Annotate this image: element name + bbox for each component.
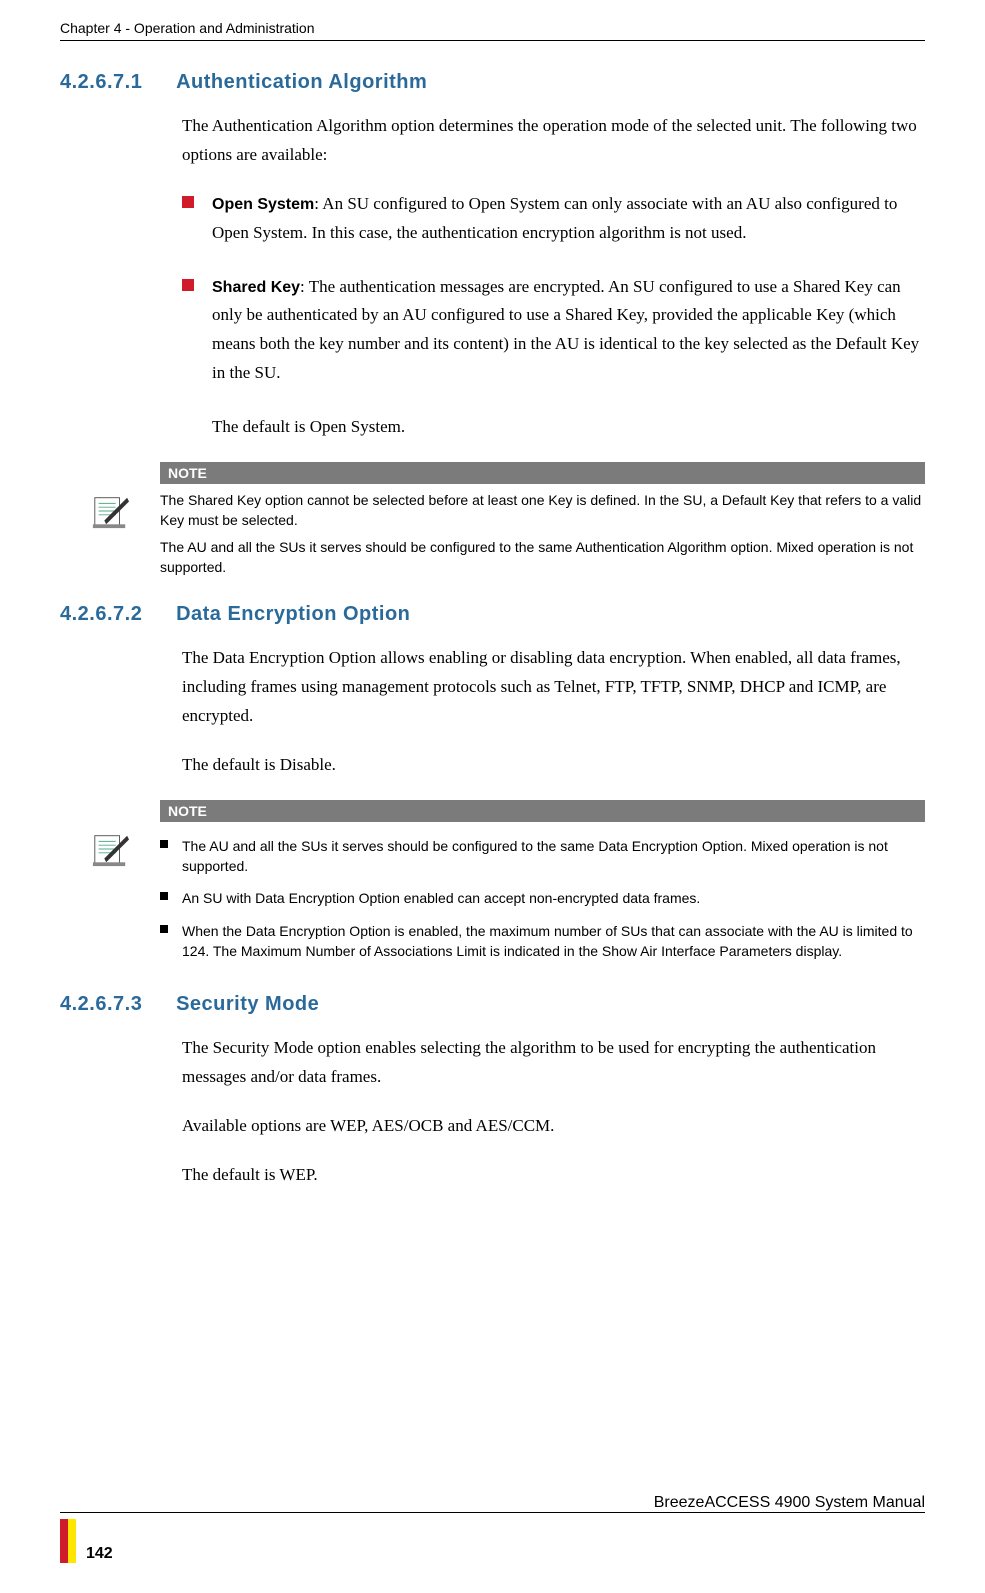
note-icon-cell (60, 800, 160, 973)
note-icon-cell (60, 462, 160, 583)
page-number: 142 (86, 1545, 113, 1563)
footer-color-bar (60, 1519, 76, 1563)
note-paragraph: The Shared Key option cannot be selected… (160, 490, 925, 531)
section-intro: The Security Mode option enables selecti… (182, 1034, 925, 1092)
bullet-label: Open System (212, 196, 314, 213)
chapter-header: Chapter 4 - Operation and Administration (60, 20, 925, 41)
section-title: Security Mode (176, 993, 319, 1016)
note-bullet: The AU and all the SUs it serves should … (160, 836, 925, 877)
section-heading-auth-algo: 4.2.6.7.1 Authentication Algorithm (60, 71, 925, 94)
section-title: Data Encryption Option (176, 603, 410, 626)
section-intro: The Data Encryption Option allows enabli… (182, 644, 925, 731)
default-text: The default is Open System. (212, 413, 925, 442)
note-icon (91, 830, 129, 868)
note-box: NOTE The AU and all the SUs it serves sh… (60, 800, 925, 973)
list-item: Shared Key: The authentication messages … (182, 273, 925, 389)
section-heading-data-encryption: 4.2.6.7.2 Data Encryption Option (60, 603, 925, 626)
bullet-label: Shared Key (212, 279, 300, 296)
page-footer: BreezeACCESS 4900 System Manual 142 (60, 1494, 925, 1563)
section-number: 4.2.6.7.1 (60, 71, 170, 94)
manual-name: BreezeACCESS 4900 System Manual (654, 1494, 925, 1511)
note-label: NOTE (160, 462, 925, 484)
bullet-text: : The authentication messages are encryp… (212, 277, 919, 383)
section-title: Authentication Algorithm (176, 71, 427, 94)
bullet-text: : An SU configured to Open System can on… (212, 194, 897, 242)
note-icon (91, 492, 129, 530)
note-paragraph: The AU and all the SUs it serves should … (160, 537, 925, 578)
section-intro: The Authentication Algorithm option dete… (182, 112, 925, 170)
section-number: 4.2.6.7.2 (60, 603, 170, 626)
list-item: Open System: An SU configured to Open Sy… (182, 190, 925, 248)
note-label: NOTE (160, 800, 925, 822)
note-box: NOTE The Shared Key option cannot be sel… (60, 462, 925, 583)
default-text: The default is Disable. (182, 751, 925, 780)
default-text: The default is WEP. (182, 1161, 925, 1190)
bullet-list: Open System: An SU configured to Open Sy… (182, 190, 925, 388)
available-options: Available options are WEP, AES/OCB and A… (182, 1112, 925, 1141)
note-bullet: An SU with Data Encryption Option enable… (160, 888, 925, 908)
section-heading-security-mode: 4.2.6.7.3 Security Mode (60, 993, 925, 1016)
note-bullet: When the Data Encryption Option is enabl… (160, 921, 925, 962)
section-number: 4.2.6.7.3 (60, 993, 170, 1016)
